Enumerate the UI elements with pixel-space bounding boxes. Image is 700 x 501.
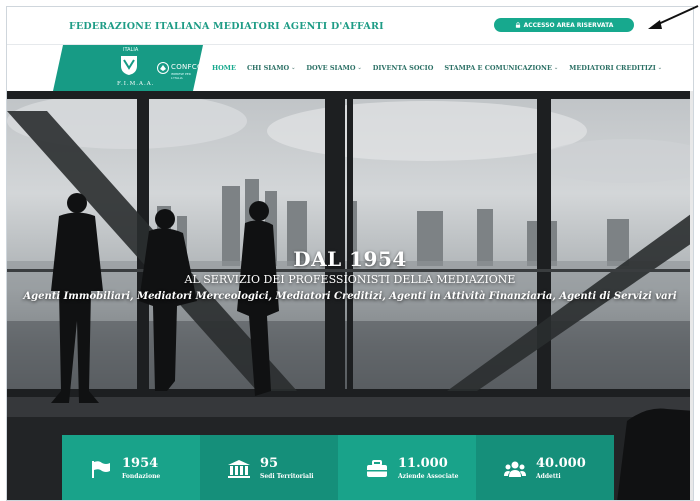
hero-professions: Agenti Immobiliari, Mediatori Merceologi…: [23, 291, 677, 302]
nav-item-chi-siamo[interactable]: CHI SIAMO ⌄: [247, 64, 295, 72]
main-navbar: ITALIA F.I.M.A.A. CONFCOMMERCIO IMPRESE …: [7, 45, 693, 91]
stat-value: 95: [260, 456, 279, 471]
nav-item-mediatori-creditizi[interactable]: MEDIATORI CREDITIZI ⌄: [569, 64, 662, 72]
stat-fondazione: 1954 Fondazione: [62, 435, 200, 500]
lock-icon: [515, 22, 520, 28]
nav-item-label: MEDIATORI CREDITIZI: [569, 64, 656, 72]
top-bar: FEDERAZIONE ITALIANA MEDIATORI AGENTI D'…: [7, 7, 693, 45]
chevron-down-icon: ⌄: [657, 65, 662, 71]
building-icon: [228, 459, 250, 478]
nav-item-label: DOVE SIAMO: [306, 64, 356, 72]
nav-item-label: CHI SIAMO: [246, 64, 290, 72]
chevron-down-icon: ⌄: [553, 65, 559, 71]
nav-item-dove-siamo[interactable]: DOVE SIAMO ⌄: [306, 64, 361, 72]
nav-menu: HOME CHI SIAMO ⌄ DOVE SIAMO ⌄ DIVENTA SO…: [212, 64, 673, 72]
briefcase-icon: [367, 459, 387, 477]
nav-item-home[interactable]: HOME: [212, 64, 236, 72]
users-icon: [504, 461, 526, 477]
nav-item-label: DIVENTA SOCIO: [372, 64, 434, 72]
stat-label: Fondazione: [122, 473, 161, 480]
stats-bar: 1954 Fondazione 95 Sedi Territoriali 11.…: [62, 435, 614, 500]
nav-item-label: STAMPA E COMUNICAZIONE: [444, 64, 552, 72]
scrollbar[interactable]: [690, 91, 693, 500]
hero-headline: DAL 1954: [293, 247, 407, 271]
federation-title: FEDERAZIONE ITALIANA MEDIATORI AGENTI D'…: [69, 21, 384, 32]
logo-italia-text: ITALIA: [123, 47, 139, 53]
fimaa-logo[interactable]: ITALIA F.I.M.A.A. CONFCOMMERCIO IMPRESE …: [53, 45, 203, 91]
flag-icon: [92, 460, 110, 478]
confcommercio-emblem-icon: [157, 62, 169, 74]
confcommercio-subtitle: IMPRESE PER L'ITALIA: [171, 72, 191, 80]
chevron-down-icon: ⌄: [357, 65, 362, 71]
arrow-pointer-icon: [648, 5, 699, 29]
stat-value: 1954: [122, 456, 159, 471]
page: FEDERAZIONE ITALIANA MEDIATORI AGENTI D'…: [6, 6, 694, 501]
fimaa-emblem-icon: [119, 54, 139, 76]
stat-label: Addetti: [536, 473, 561, 480]
access-reserved-area-button[interactable]: ACCESSO AREA RISERVATA: [494, 18, 634, 32]
stat-aziende: 11.000 Aziende Associate: [338, 435, 476, 500]
hero-subheadline: AL SERVIZIO DEI PROFESSIONISTI DELLA MED…: [184, 273, 516, 286]
access-button-label: ACCESSO AREA RISERVATA: [523, 21, 614, 29]
nav-item-stampa-comunicazione[interactable]: STAMPA E COMUNICAZIONE ⌄: [444, 64, 558, 72]
stat-label: Aziende Associate: [398, 473, 459, 480]
nav-item-label: HOME: [212, 64, 236, 72]
chevron-down-icon: ⌄: [291, 65, 296, 71]
stat-sedi: 95 Sedi Territoriali: [200, 435, 338, 500]
stat-label: Sedi Territoriali: [260, 473, 314, 480]
stat-addetti: 40.000 Addetti: [476, 435, 614, 500]
nav-item-diventa-socio[interactable]: DIVENTA SOCIO: [373, 64, 434, 72]
stat-value: 40.000: [536, 456, 586, 471]
stat-value: 11.000: [398, 456, 448, 471]
logo-fimaa-text: F.I.M.A.A.: [117, 81, 155, 87]
